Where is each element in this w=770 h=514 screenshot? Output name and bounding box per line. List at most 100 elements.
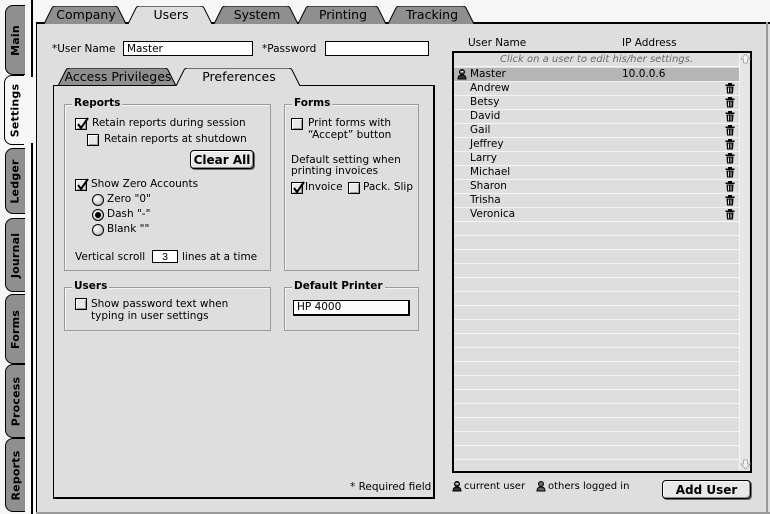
vertical-scroll-input[interactable] [152, 250, 178, 263]
side-tab-journal[interactable]: Journal [5, 218, 25, 292]
user-row[interactable]: Larry [454, 152, 739, 166]
empty-row [454, 460, 739, 471]
subtab-preferences[interactable]: Preferences [176, 68, 302, 86]
side-tab-label: Journal [9, 232, 22, 278]
show-password-label-line1: Show password text when [91, 298, 229, 310]
ip-address-column-header: IP Address [622, 37, 677, 49]
dash-radio[interactable] [92, 209, 104, 221]
checkmark-icon [77, 117, 89, 130]
tab-system[interactable]: System [214, 6, 300, 24]
current-user-icon [452, 481, 462, 495]
user-row[interactable]: Andrew [454, 82, 739, 96]
side-tab-ledger[interactable]: Ledger [5, 148, 25, 214]
main-panel-shadow-right [766, 22, 768, 514]
user-list-scrollbar[interactable] [739, 53, 752, 471]
packslip-checkbox[interactable] [348, 182, 360, 194]
user-name: Gail [470, 124, 491, 136]
tab-label: System [233, 7, 281, 22]
invoice-checkbox[interactable] [291, 181, 305, 194]
zero-radio[interactable] [92, 194, 104, 206]
reports-group: Reports Retain reports during session Re… [64, 97, 271, 271]
scroll-up-arrow-icon[interactable] [739, 53, 752, 64]
user-row[interactable]: Betsy [454, 96, 739, 110]
required-field-note: * Required field [350, 481, 432, 493]
reports-group-title: Reports [72, 97, 123, 109]
tab-label: Printing [318, 7, 368, 22]
user-name: David [470, 110, 501, 122]
show-password-checkbox[interactable] [75, 298, 87, 310]
user-row[interactable]: Master 10.0.0.6 [454, 68, 739, 82]
others-logged-in-legend: others logged in [548, 481, 630, 492]
side-tab-label: Settings [8, 83, 21, 137]
empty-row [454, 306, 739, 320]
user-row[interactable]: David [454, 110, 739, 124]
tab-label: Tracking [405, 7, 459, 22]
empty-row [454, 320, 739, 334]
user-row[interactable]: Sharon [454, 180, 739, 194]
scroll-down-arrow-icon[interactable] [739, 459, 752, 470]
empty-row [454, 222, 739, 236]
forms-group: Forms Print forms with “Accept” button D… [284, 97, 419, 271]
tab-users[interactable]: Users [128, 6, 214, 24]
password-input[interactable] [325, 41, 429, 56]
tab-tracking[interactable]: Tracking [388, 6, 476, 24]
add-user-button[interactable]: Add User [662, 480, 751, 499]
tab-label: Access Privileges [64, 69, 172, 84]
checkmark-icon [77, 178, 89, 191]
show-zero-label: Show Zero Accounts [91, 178, 199, 190]
side-tab-label: Reports [9, 450, 22, 500]
user-row[interactable]: Gail [454, 124, 739, 138]
show-zero-checkbox[interactable] [75, 178, 89, 191]
retain-session-checkbox[interactable] [75, 117, 89, 130]
user-name: Master [470, 68, 506, 80]
side-tab-label: Ledger [9, 158, 22, 204]
default-setting-line2: printing invoices [291, 165, 379, 177]
user-name: Betsy [470, 96, 500, 108]
print-accept-checkbox[interactable] [291, 118, 303, 130]
user-row[interactable]: Jeffrey [454, 138, 739, 152]
side-tab-reports[interactable]: Reports [5, 438, 25, 512]
empty-row [454, 446, 739, 460]
forms-group-title: Forms [292, 97, 333, 109]
username-label: *User Name [52, 43, 116, 55]
tab-printing[interactable]: Printing [298, 6, 388, 24]
user-ip: 10.0.0.6 [622, 68, 666, 80]
user-row[interactable]: Trisha [454, 194, 739, 208]
blank-radio[interactable] [92, 224, 104, 236]
side-tab-settings[interactable]: Settings [4, 75, 24, 145]
user-row[interactable]: Veronica [454, 208, 739, 222]
user-list: Click on a user to edit his/her settings… [452, 51, 752, 473]
empty-row [454, 334, 739, 348]
subtab-access-privileges[interactable]: Access Privileges [58, 68, 178, 86]
print-accept-label-line1: Print forms with [308, 117, 392, 129]
user-name-column-header: User Name [468, 37, 527, 49]
side-tab-label: Process [9, 376, 22, 426]
users-group-title: Users [72, 280, 110, 292]
side-tab-process[interactable]: Process [5, 364, 25, 438]
blank-radio-label: Blank "" [107, 223, 150, 235]
username-input[interactable] [123, 41, 253, 56]
tab-label: Company [56, 7, 116, 22]
user-name: Veronica [470, 208, 516, 220]
side-tab-forms[interactable]: Forms [5, 294, 25, 364]
packslip-label: Pack. Slip [363, 181, 413, 193]
invoice-label: Invoice [305, 181, 343, 193]
retain-shutdown-label: Retain reports at shutdown [104, 133, 247, 145]
retain-session-label: Retain reports during session [92, 117, 246, 129]
side-tab-main[interactable]: Main [5, 5, 25, 75]
retain-shutdown-checkbox[interactable] [87, 134, 99, 146]
others-logged-in-icon [536, 481, 546, 495]
empty-row [454, 236, 739, 250]
user-name: Larry [470, 152, 497, 164]
default-printer-select[interactable]: HP 4000 [293, 300, 410, 316]
empty-row [454, 404, 739, 418]
current-user-legend: current user [464, 481, 526, 492]
empty-row [454, 376, 739, 390]
user-row[interactable]: Michael [454, 166, 739, 180]
default-printer-title: Default Printer [292, 280, 385, 292]
empty-row [454, 418, 739, 432]
tab-company[interactable]: Company [44, 6, 128, 24]
clear-all-button[interactable]: Clear All [190, 150, 254, 169]
user-name: Andrew [470, 82, 510, 94]
default-printer-group: Default Printer HP 4000 [284, 280, 419, 331]
